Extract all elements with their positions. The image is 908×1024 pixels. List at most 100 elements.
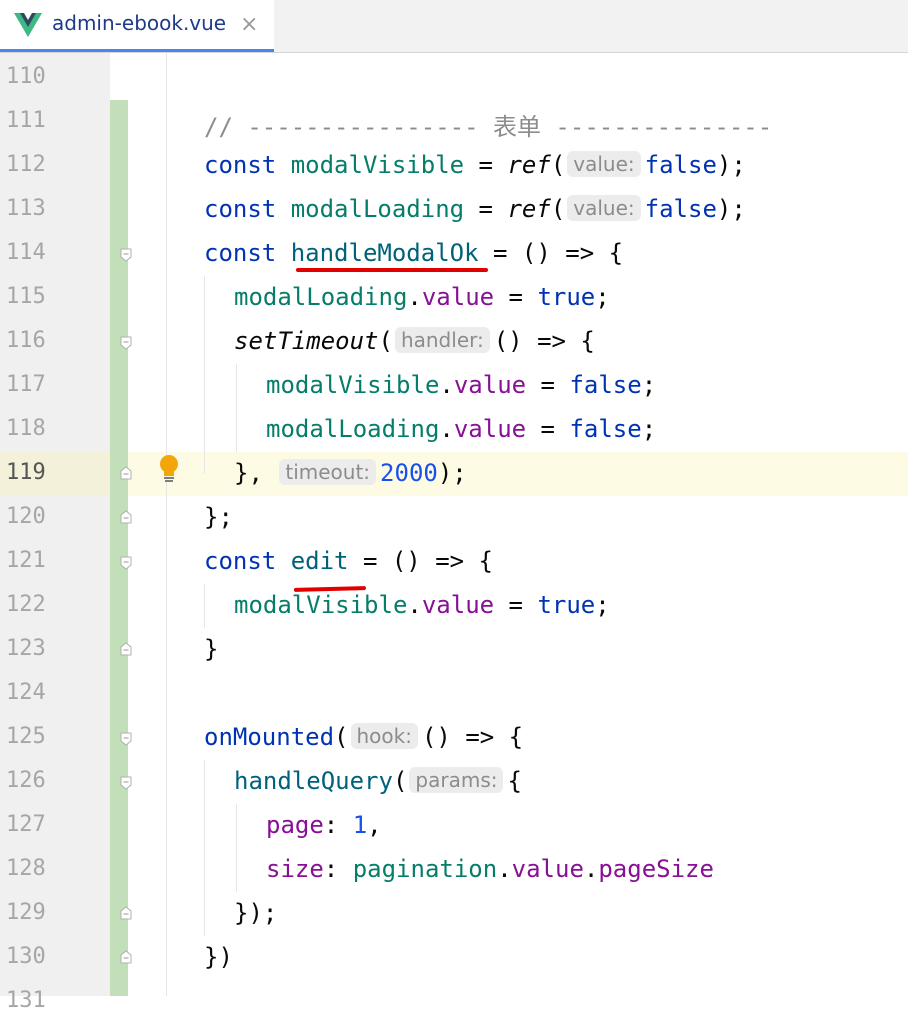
comment: // ---------------- 表单 --------------- — [204, 113, 773, 141]
punctuation: . — [407, 591, 422, 619]
punctuation: , — [367, 811, 382, 839]
property: value — [421, 283, 495, 311]
punctuation: ; — [641, 371, 657, 399]
variable: modalVisible — [290, 151, 465, 179]
literal: false — [569, 371, 642, 399]
function-call: ref — [507, 151, 551, 179]
code-text: modalVisible.value = true; — [234, 591, 610, 619]
punctuation: . — [407, 283, 422, 311]
function-name: edit — [290, 547, 349, 575]
code-rest: { — [507, 767, 522, 795]
code-rest: = () => { — [348, 547, 493, 575]
operator: = — [526, 371, 570, 399]
punctuation: . — [439, 371, 454, 399]
code-line: 124 — [0, 672, 908, 716]
line-number: 124 — [6, 680, 46, 705]
tab-admin-ebook-vue[interactable]: admin-ebook.vue × — [0, 0, 274, 52]
property: value — [421, 591, 495, 619]
code-line: 120 }; — [0, 496, 908, 540]
code-line: 127 page: 1, — [0, 804, 908, 848]
fold-close-icon[interactable] — [120, 466, 132, 480]
parameter-hint: value: — [567, 195, 641, 221]
code-text: }) — [204, 943, 233, 971]
code-line: 115 modalLoading.value = true; — [0, 276, 908, 320]
keyword: const — [204, 239, 277, 267]
vue-file-icon — [14, 13, 42, 37]
code-line: 129 }); — [0, 892, 908, 936]
parameter-hint: hook: — [350, 723, 418, 749]
fold-close-icon[interactable] — [120, 906, 132, 920]
line-number: 112 — [6, 152, 46, 177]
line-number: 126 — [6, 768, 46, 793]
code-text: const edit = () => { — [204, 547, 493, 575]
code-text: page: 1, — [266, 811, 382, 839]
code-line: 118 modalLoading.value = false; — [0, 408, 908, 452]
code-line: 116 setTimeout(handler:() => { — [0, 320, 908, 364]
code-line: 113 const modalLoading = ref(value: false… — [0, 188, 908, 232]
punctuation: ; — [595, 283, 610, 311]
literal: false — [644, 151, 717, 179]
code-line: 111 // ---------------- 表单 -------------… — [0, 100, 908, 144]
punctuation: ); — [716, 151, 746, 179]
variable: modalLoading — [234, 283, 408, 311]
punctuation: . — [497, 855, 512, 883]
property: value — [511, 855, 584, 883]
line-number: 122 — [6, 592, 46, 617]
keyword: const — [204, 151, 277, 179]
line-number: 125 — [6, 724, 46, 749]
parameter-hint: handler: — [394, 327, 490, 353]
property: page — [266, 811, 324, 839]
number-literal: 2000 — [380, 459, 438, 487]
fold-open-icon[interactable] — [120, 732, 132, 746]
fold-open-icon[interactable] — [120, 336, 132, 350]
code-text: const handleModalOk = () => { — [204, 239, 623, 267]
code-rest: () => { — [493, 327, 595, 355]
code-rest: }; — [204, 503, 233, 531]
variable: modalVisible — [266, 371, 440, 399]
number-literal: 1 — [352, 811, 368, 839]
punctuation: ( — [378, 327, 393, 355]
operator: = — [494, 591, 538, 619]
code-text: onMounted(hook:() => { — [204, 723, 523, 751]
line-number: 131 — [6, 988, 46, 1013]
code-text: setTimeout(handler:() => { — [234, 327, 595, 355]
line-number: 115 — [6, 284, 46, 309]
punctuation: : — [323, 811, 353, 839]
fold-open-icon[interactable] — [120, 248, 132, 262]
code-line: 117 modalVisible.value = false; — [0, 364, 908, 408]
code-line: 126 handleQuery(params:{ — [0, 760, 908, 804]
property: value — [453, 371, 527, 399]
parameter-hint: timeout: — [279, 459, 377, 485]
fold-close-icon[interactable] — [120, 950, 132, 964]
code-text: modalVisible.value = false; — [266, 371, 656, 399]
line-number: 116 — [6, 328, 46, 353]
function-call: handleQuery — [234, 767, 393, 795]
code-line: 123 } — [0, 628, 908, 672]
keyword: const — [204, 195, 277, 223]
lightbulb-icon[interactable] — [158, 454, 180, 486]
fold-close-icon[interactable] — [120, 510, 132, 524]
punctuation: ); — [716, 195, 746, 223]
literal: true — [537, 283, 596, 311]
operator: = — [464, 151, 508, 179]
code-line: 128 size: pagination.value.pageSize — [0, 848, 908, 892]
fold-open-icon[interactable] — [120, 776, 132, 790]
literal: false — [644, 195, 717, 223]
keyword: const — [204, 547, 277, 575]
code-line: 112 const modalVisible = ref(value: false… — [0, 144, 908, 188]
editor-tab-bar: admin-ebook.vue × — [0, 0, 908, 53]
fold-open-icon[interactable] — [120, 556, 132, 570]
code-rest: }) — [204, 943, 233, 971]
punctuation: ); — [437, 459, 467, 487]
line-number: 121 — [6, 548, 46, 573]
variable: modalLoading — [266, 415, 440, 443]
operator: = — [526, 415, 570, 443]
line-number: 129 — [6, 900, 46, 925]
property: pageSize — [598, 855, 714, 883]
fold-close-icon[interactable] — [120, 642, 132, 656]
code-line: 131 — [0, 980, 908, 1024]
line-number: 119 — [6, 460, 46, 485]
code-line: 110 — [0, 56, 908, 100]
line-number: 130 — [6, 944, 46, 969]
close-tab-icon[interactable]: × — [240, 12, 258, 37]
